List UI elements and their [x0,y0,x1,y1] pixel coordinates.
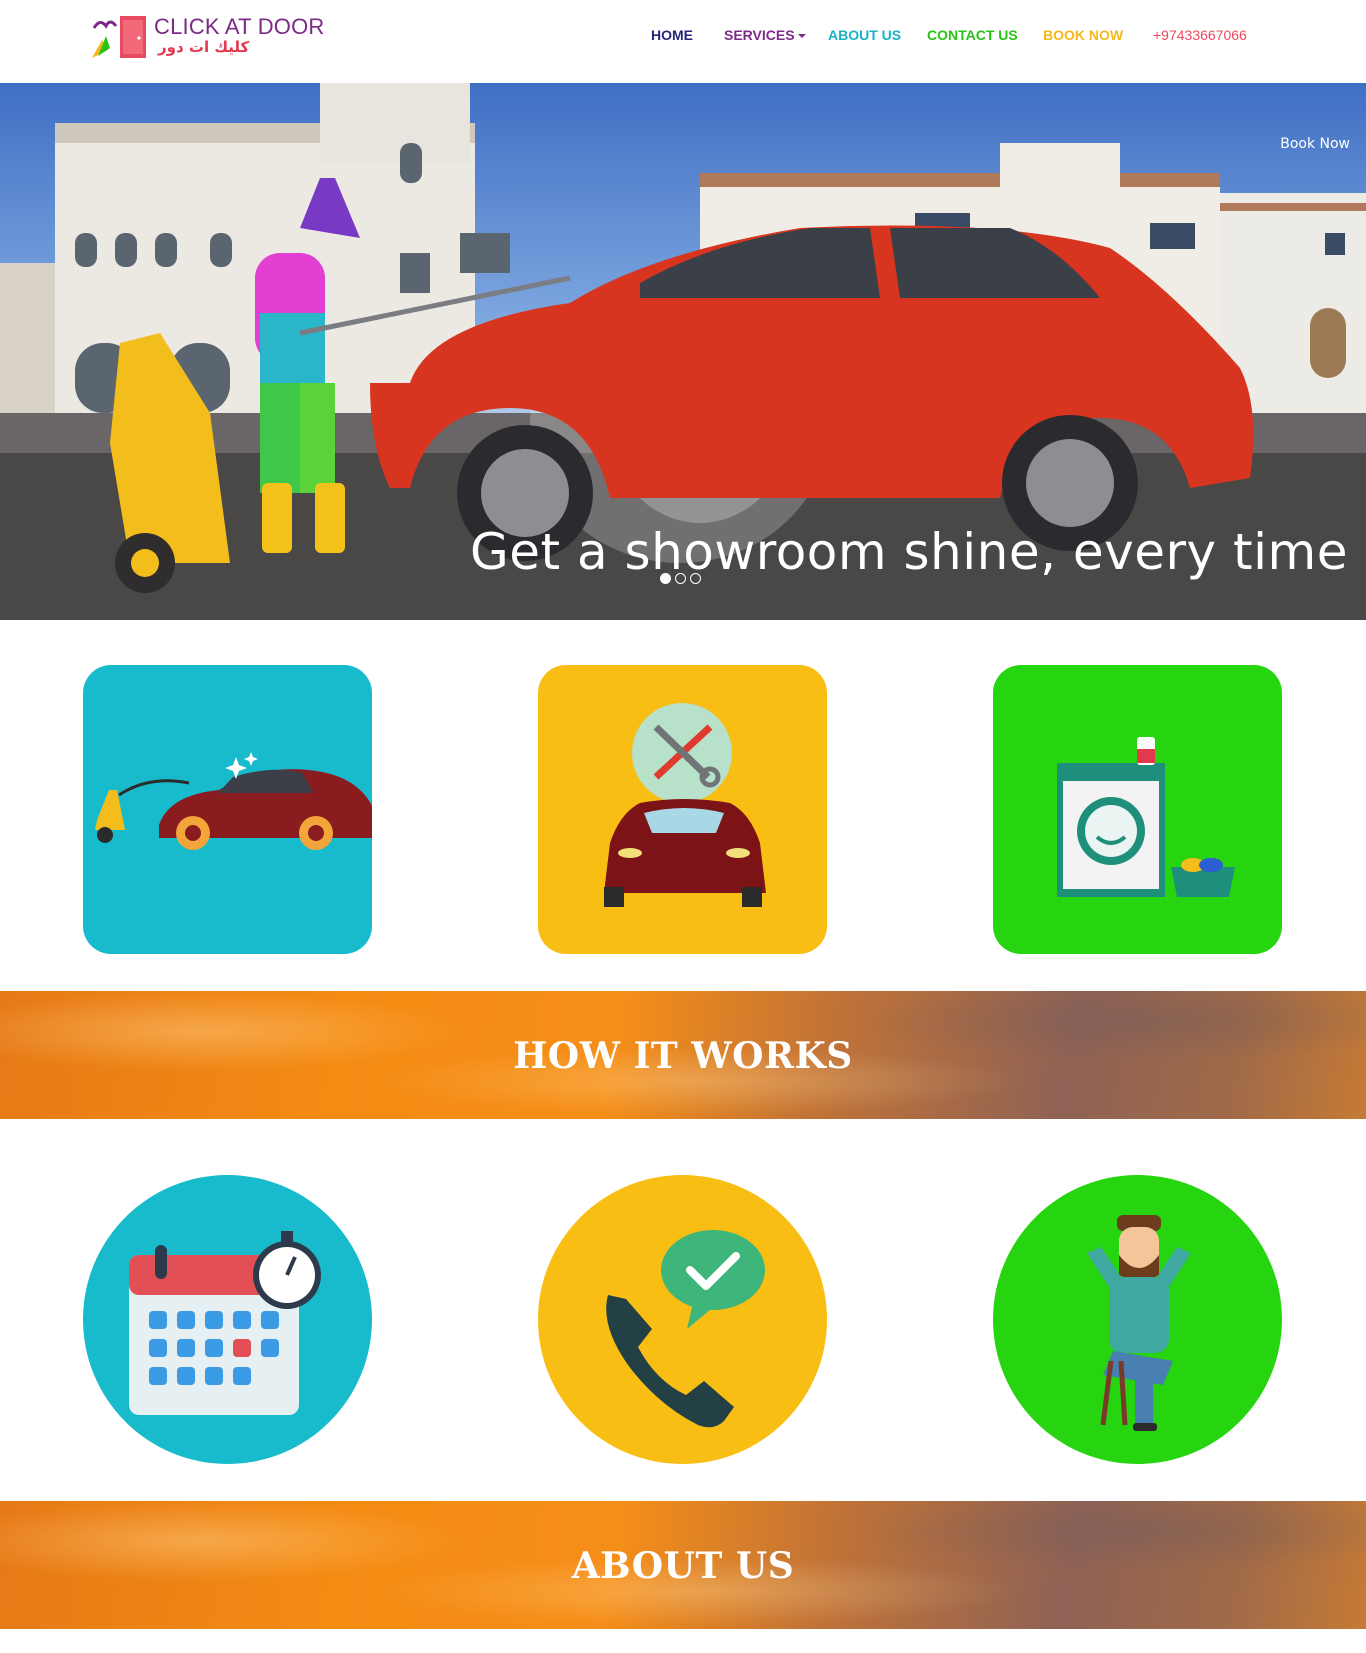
service-card-car-wash[interactable] [83,665,372,954]
car-wash-icon [95,752,372,850]
brand-logo[interactable]: CLICK AT DOOR كليك ات دور [90,10,330,62]
carousel-indicators [660,571,705,589]
relaxed-man-icon [1087,1215,1191,1431]
brand-name-ar: كليك ات دور [158,38,250,56]
carousel-dot-3[interactable] [690,573,701,584]
calendar-clock-icon [129,1231,321,1415]
step-call [538,1175,827,1464]
nav-phone[interactable]: +97433667066 [1153,27,1247,43]
car-repair-icon [604,703,766,907]
phone-confirm-icon [606,1230,765,1428]
nav-home[interactable]: HOME [651,27,693,43]
nav-contact-us[interactable]: CONTACT US [927,27,1018,43]
service-card-laundry[interactable] [993,665,1282,954]
how-it-works-banner: HOW IT WORKS [0,991,1366,1119]
chevron-down-icon [797,34,806,39]
logo-icon [92,16,146,58]
nav-services[interactable]: SERVICES [724,27,806,43]
about-us-title: ABOUT US [571,1545,795,1587]
carousel-dot-2[interactable] [675,573,686,584]
how-it-works-title: HOW IT WORKS [513,1035,853,1077]
step-relax [993,1175,1282,1464]
step-schedule [83,1175,372,1464]
nav-services-label: SERVICES [724,27,795,43]
nav-about-us[interactable]: ABOUT US [828,27,901,43]
navbar: CLICK AT DOOR كليك ات دور HOME SERVICES … [0,0,1366,82]
about-us-banner: ABOUT US [0,1501,1366,1629]
laundry-icon [1057,737,1235,897]
hero-caption: Get a showroom shine, every time [470,523,1348,581]
carousel-dot-1[interactable] [660,573,671,584]
hero-book-now-link[interactable]: Book Now [1280,136,1350,152]
service-card-car-repair[interactable] [538,665,827,954]
brand-name-en: CLICK AT DOOR [154,14,325,39]
nav-book-now[interactable]: BOOK NOW [1043,27,1123,43]
hero-carousel[interactable]: Book Now Get a showroom shine, every tim… [0,83,1366,620]
